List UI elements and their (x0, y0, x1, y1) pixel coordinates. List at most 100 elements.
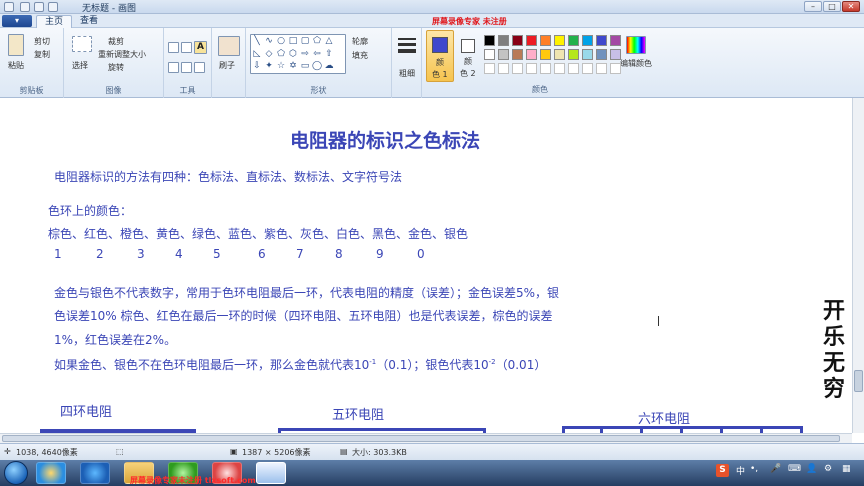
arrow-right-shape-icon[interactable]: ⇨ (300, 49, 310, 59)
save-icon[interactable] (20, 2, 30, 12)
palette-swatch[interactable] (582, 49, 593, 60)
select-icon[interactable] (72, 36, 92, 52)
palette-swatch[interactable] (610, 35, 621, 46)
diamond-shape-icon[interactable]: ◇ (264, 49, 274, 59)
grid-icon[interactable]: ▦ (842, 464, 851, 474)
size-line-icon[interactable] (398, 43, 416, 46)
palette-swatch[interactable] (610, 49, 621, 60)
paint-menu-button[interactable]: ▾ (2, 15, 32, 27)
size-button[interactable]: 粗细 (399, 68, 415, 79)
color1-selector[interactable]: 颜 色 1 (426, 30, 454, 82)
palette-swatch[interactable] (596, 49, 607, 60)
undo-icon[interactable] (34, 2, 44, 12)
keyboard-icon[interactable]: ⌨ (788, 464, 801, 474)
palette-swatch[interactable] (526, 35, 537, 46)
palette-swatch[interactable] (568, 35, 579, 46)
palette-empty-swatch[interactable] (484, 63, 495, 74)
pencil-icon[interactable] (168, 42, 179, 53)
eraser-icon[interactable] (168, 62, 179, 73)
copy-button[interactable]: 复制 (34, 49, 50, 60)
palette-swatch[interactable] (582, 35, 593, 46)
palette-swatch[interactable] (554, 49, 565, 60)
tab-home[interactable]: 主页 (36, 15, 73, 28)
tab-view[interactable]: 查看 (72, 15, 106, 28)
color2-selector[interactable]: 颜 色 2 (456, 30, 482, 82)
arrow-down-shape-icon[interactable]: ⇩ (252, 61, 262, 71)
media-player-icon[interactable] (36, 462, 66, 484)
select-button[interactable]: 选择 (72, 60, 88, 71)
palette-empty-swatch[interactable] (610, 63, 621, 74)
palette-empty-swatch[interactable] (596, 63, 607, 74)
brushes-button[interactable]: 刷子 (219, 60, 235, 71)
fill-icon[interactable] (181, 42, 192, 53)
edit-colors-button[interactable]: 编辑颜色 (620, 58, 652, 69)
palette-swatch[interactable] (540, 35, 551, 46)
size-line-icon[interactable] (398, 38, 416, 40)
hexagon-shape-icon[interactable]: ⬡ (288, 49, 298, 59)
maximize-button[interactable]: □ (823, 1, 841, 12)
palette-empty-swatch[interactable] (554, 63, 565, 74)
palette-swatch[interactable] (540, 49, 551, 60)
curve-shape-icon[interactable]: ∿ (264, 36, 274, 46)
gear-icon[interactable]: ⚙ (824, 464, 832, 474)
text-tool-icon[interactable]: A (194, 41, 207, 54)
palette-swatch[interactable] (484, 49, 495, 60)
palette-empty-swatch[interactable] (512, 63, 523, 74)
palette-swatch[interactable] (484, 35, 495, 46)
vertical-scrollbar[interactable] (852, 98, 864, 433)
close-button[interactable]: ✕ (842, 1, 860, 12)
sogou-tray-icon[interactable]: S (716, 464, 729, 477)
microphone-icon[interactable]: 🎤 (770, 464, 781, 474)
palette-swatch[interactable] (498, 35, 509, 46)
palette-empty-swatch[interactable] (582, 63, 593, 74)
rectangle-shape-icon[interactable]: □ (288, 36, 298, 46)
palette-empty-swatch[interactable] (498, 63, 509, 74)
fill-dropdown[interactable]: 填充 (352, 50, 368, 61)
rotate-button[interactable]: 旋转 (108, 62, 124, 73)
palette-empty-swatch[interactable] (568, 63, 579, 74)
palette-swatch[interactable] (568, 49, 579, 60)
ime-indicator[interactable]: 中 (736, 464, 745, 477)
palette-empty-swatch[interactable] (540, 63, 551, 74)
paint-app-icon[interactable] (256, 462, 286, 484)
app-icon[interactable] (4, 2, 14, 12)
star6-shape-icon[interactable]: ✡ (288, 61, 298, 71)
resize-button[interactable]: 重新调整大小 (98, 49, 146, 60)
oval-shape-icon[interactable]: ○ (276, 36, 286, 46)
redo-icon[interactable] (48, 2, 58, 12)
internet-explorer-icon[interactable] (80, 462, 110, 484)
palette-swatch[interactable] (498, 49, 509, 60)
callout-rect-shape-icon[interactable]: ▭ (300, 61, 310, 71)
punctuation-indicator[interactable]: •, (750, 464, 758, 474)
palette-swatch[interactable] (526, 49, 537, 60)
arrow-up-shape-icon[interactable]: ⇧ (324, 49, 334, 59)
drawing-canvas[interactable]: 电阻器的标识之色标法 电阻器标识的方法有四种：色标法、直标法、数标法、文字符号法… (0, 98, 852, 433)
user-icon[interactable]: 👤 (806, 464, 817, 474)
paste-button[interactable]: 粘贴 (8, 60, 24, 71)
cut-button[interactable]: 剪切 (34, 36, 50, 47)
pentagon-shape-icon[interactable]: ⬠ (276, 49, 286, 59)
cloud-shape-icon[interactable]: ☁ (324, 61, 334, 71)
palette-swatch[interactable] (554, 35, 565, 46)
minimize-button[interactable]: – (804, 1, 822, 12)
outline-dropdown[interactable]: 轮廓 (352, 36, 368, 47)
color-picker-icon[interactable] (181, 62, 192, 73)
triangle-shape-icon[interactable]: △ (324, 36, 334, 46)
star4-shape-icon[interactable]: ✦ (264, 61, 274, 71)
palette-swatch[interactable] (596, 35, 607, 46)
palette-swatch[interactable] (512, 49, 523, 60)
edit-colors-icon[interactable] (626, 36, 646, 54)
palette-swatch[interactable] (512, 35, 523, 46)
callout-oval-shape-icon[interactable]: ◯ (312, 61, 322, 71)
star5-shape-icon[interactable]: ☆ (276, 61, 286, 71)
horizontal-scroll-thumb[interactable] (2, 435, 840, 442)
horizontal-scrollbar[interactable] (0, 433, 852, 443)
palette-empty-swatch[interactable] (526, 63, 537, 74)
vertical-scroll-thumb[interactable] (854, 370, 863, 392)
paste-icon[interactable] (8, 34, 24, 56)
line-shape-icon[interactable]: ╲ (252, 36, 262, 46)
polygon-shape-icon[interactable]: ⬠ (312, 36, 322, 46)
brush-icon[interactable] (218, 36, 240, 56)
right-triangle-shape-icon[interactable]: ◺ (252, 49, 262, 59)
crop-button[interactable]: 裁剪 (108, 36, 124, 47)
